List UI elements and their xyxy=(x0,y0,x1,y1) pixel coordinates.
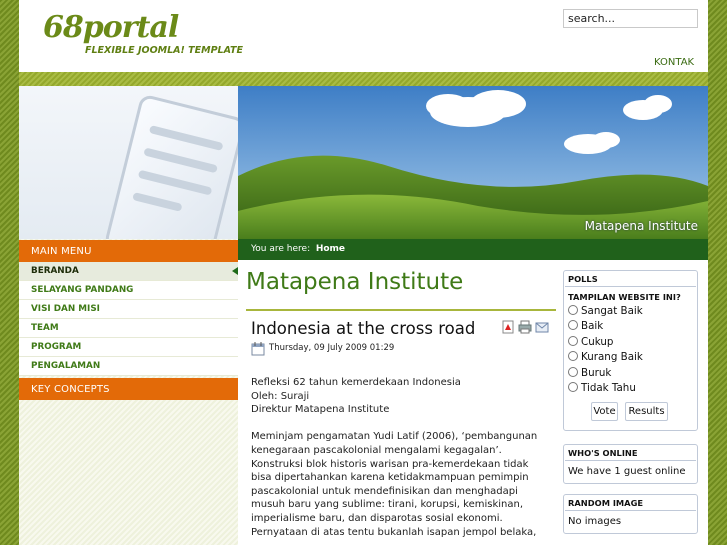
article-text-line: Pernyataan di atas tentu bukanlah isapan… xyxy=(251,526,537,538)
poll-buttons: Vote Results xyxy=(564,397,697,427)
search-input[interactable] xyxy=(563,9,698,28)
whos-online-title: WHO'S ONLINE xyxy=(565,445,696,461)
menu-item-program[interactable]: PROGRAM xyxy=(19,338,238,357)
breadcrumb-prefix: You are here: xyxy=(251,244,311,254)
article-body: Refleksi 62 tahun kemerdekaan Indonesia … xyxy=(251,376,551,539)
polls-title: POLLS xyxy=(565,271,696,287)
breadcrumb-home-link[interactable]: Home xyxy=(316,244,345,254)
left-border-pattern xyxy=(0,0,19,545)
random-image-text: No images xyxy=(568,516,622,527)
poll-option[interactable]: Tidak Tahu xyxy=(564,381,697,397)
poll-option-label: Sangat Baik xyxy=(581,305,643,317)
article-text-line: imperialisme baru, dan disparotas sosial… xyxy=(251,512,503,524)
random-image-title: RANDOM IMAGE xyxy=(565,495,696,511)
poll-option[interactable]: Cukup xyxy=(564,335,697,351)
site-logo[interactable]: 68portal xyxy=(43,12,179,44)
radio-button[interactable] xyxy=(568,381,578,392)
site-tagline: FLEXIBLE JOOMLA! TEMPLATE xyxy=(85,45,244,56)
banner-title: Matapena Institute xyxy=(584,219,698,233)
article-line: Oleh: Suraji xyxy=(251,390,310,402)
landscape-illustration xyxy=(238,86,708,239)
article-line: Refleksi 62 tahun kemerdekaan Indonesia xyxy=(251,377,461,388)
poll-option-label: Buruk xyxy=(581,366,612,379)
vote-button[interactable]: Vote xyxy=(591,402,618,422)
article-line: Direktur Matapena Institute xyxy=(251,404,390,416)
header-stripe xyxy=(19,72,708,86)
poll-option[interactable]: Kurang Baik xyxy=(564,351,697,366)
article-text-line: musuh baru yang sublime: tirani, korupsi… xyxy=(251,499,524,511)
menu-item-beranda[interactable]: BERANDA xyxy=(19,262,238,281)
right-border-pattern xyxy=(708,0,727,545)
whos-online-module: WHO'S ONLINE We have 1 guest online xyxy=(563,444,698,484)
radio-button[interactable] xyxy=(568,305,578,315)
article-title[interactable]: Indonesia at the cross road xyxy=(251,319,475,338)
article-text-line: bisa dipertahankan karena ketidakmampuan… xyxy=(251,472,529,484)
pdf-icon[interactable] xyxy=(501,320,515,334)
email-icon[interactable] xyxy=(535,320,549,334)
article-date-text: Thursday, 09 July 2009 01:29 xyxy=(269,343,395,353)
article-text-line: pascakolonial untuk mendefinisikan dan m… xyxy=(251,485,518,497)
poll-option[interactable]: Sangat Baik xyxy=(564,305,697,320)
menu-item-pengalaman[interactable]: PENGALAMAN xyxy=(19,357,238,376)
key-concepts-header: KEY CONCEPTS xyxy=(19,378,238,400)
poll-option[interactable]: Baik xyxy=(564,320,697,335)
header-banner: Matapena Institute xyxy=(238,86,708,239)
poll-option[interactable]: Buruk xyxy=(564,366,697,382)
menu-item-selayang-pandang[interactable]: SELAYANG PANDANG xyxy=(19,281,238,300)
poll-option-label: Baik xyxy=(581,320,604,333)
article-text-line: Konstruksi blok historis warisan pra-kem… xyxy=(251,458,529,470)
article-text-line: kenegaraan pascakolonial mengalami kegag… xyxy=(251,444,502,456)
radio-button[interactable] xyxy=(568,351,578,362)
print-icon[interactable] xyxy=(518,320,532,334)
random-image-module: RANDOM IMAGE No images xyxy=(563,494,698,534)
radio-button[interactable] xyxy=(568,320,578,331)
document-icon xyxy=(105,95,238,239)
poll-option-label: Tidak Tahu xyxy=(581,381,636,394)
nav-link-kontak[interactable]: KONTAK xyxy=(654,57,694,68)
poll-option-label: Cukup xyxy=(581,335,614,348)
calendar-icon xyxy=(251,342,265,356)
results-button[interactable]: Results xyxy=(625,402,668,422)
page-title: Matapena Institute xyxy=(246,269,464,295)
title-underline xyxy=(246,309,556,311)
article-text-line: Meminjam pengamatan Yudi Latif (2006), ‘… xyxy=(251,431,538,443)
poll-question: TAMPILAN WEBSITE INI? xyxy=(568,292,681,302)
decorative-document-graphic xyxy=(19,86,238,239)
breadcrumb: You are here: Home xyxy=(238,239,708,260)
header: 68portal FLEXIBLE JOOMLA! TEMPLATE KONTA… xyxy=(19,0,708,72)
page-container: 68portal FLEXIBLE JOOMLA! TEMPLATE KONTA… xyxy=(19,0,708,545)
radio-button[interactable] xyxy=(568,335,578,346)
menu-item-visi-dan-misi[interactable]: VISI DAN MISI xyxy=(19,300,238,319)
radio-button[interactable] xyxy=(568,366,578,377)
menu-item-team[interactable]: TEAM xyxy=(19,319,238,338)
polls-module: POLLS TAMPILAN WEBSITE INI? Sangat Baik … xyxy=(563,270,698,431)
main-menu-header: MAIN MENU xyxy=(19,240,238,262)
whos-online-text: We have 1 guest online xyxy=(568,466,686,477)
poll-option-label: Kurang Baik xyxy=(581,351,643,364)
